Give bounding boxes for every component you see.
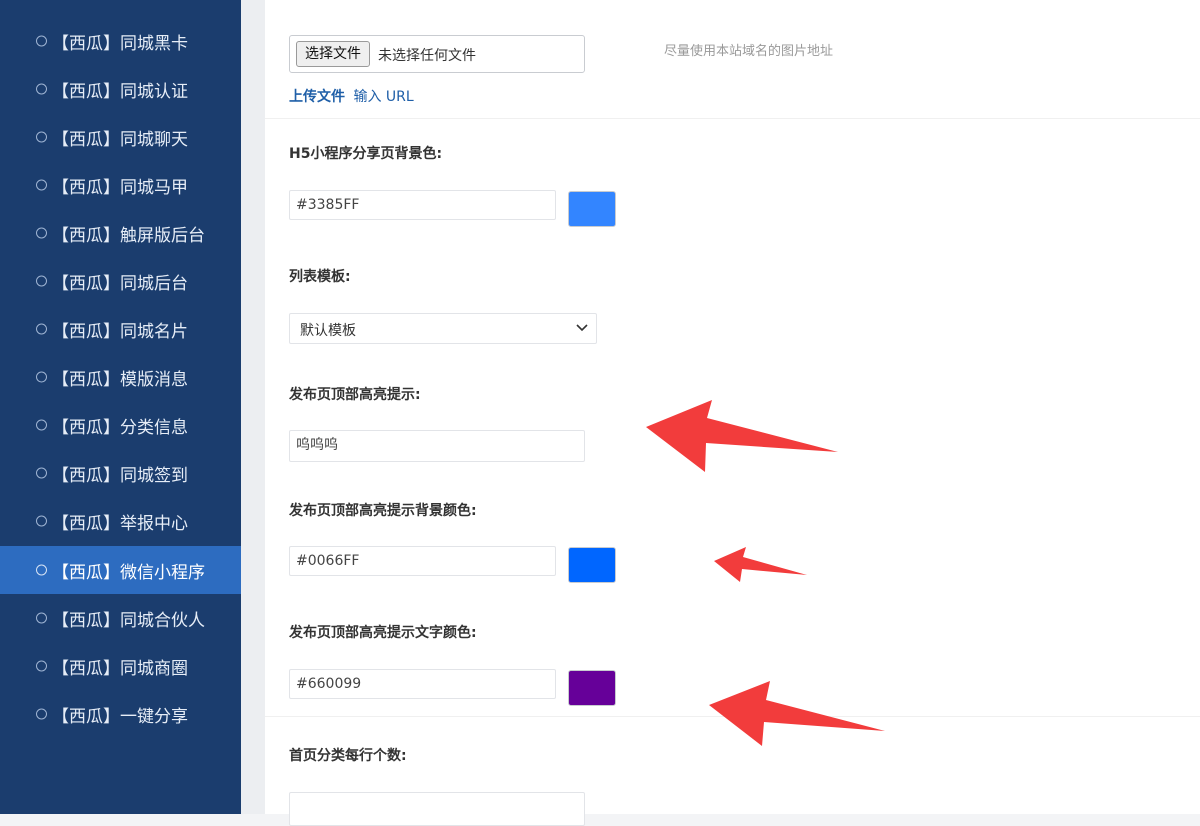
sidebar-item-jubao[interactable]: 【西瓜】举报中心 (0, 497, 241, 545)
sidebar-item-label: 【西瓜】一键分享 (52, 706, 188, 727)
sidebar-item-label: 【西瓜】举报中心 (52, 513, 188, 534)
circle-bullet-icon (36, 467, 47, 479)
sidebar-item-label: 【西瓜】微信小程序 (52, 562, 205, 583)
list-template-selected: 默认模板 (300, 323, 356, 339)
sidebar-item-liaotian[interactable]: 【西瓜】同城聊天 (0, 113, 241, 161)
divider (265, 716, 1200, 717)
share-bg-color-input[interactable]: #3385FF (289, 190, 556, 220)
highlight-text-color-input[interactable]: #660099 (289, 669, 556, 699)
sidebar-item-label: 【西瓜】分类信息 (52, 417, 188, 438)
sidebar-item-label: 【西瓜】模版消息 (52, 369, 188, 390)
circle-bullet-icon (36, 708, 47, 720)
sidebar-item-hehuoren[interactable]: 【西瓜】同城合伙人 (0, 594, 241, 642)
sidebar-item-label: 【西瓜】同城马甲 (52, 177, 188, 198)
share-bg-color-label: H5小程序分享页背景色: (289, 146, 443, 162)
sidebar-item-share[interactable]: 【西瓜】一键分享 (0, 690, 241, 738)
highlight-tip-input[interactable]: 呜呜呜 (289, 430, 585, 462)
sidebar-item-label: 【西瓜】同城签到 (52, 465, 188, 486)
choose-file-button[interactable]: 选择文件 (296, 41, 370, 67)
highlight-bg-color-input[interactable]: #0066FF (289, 546, 556, 576)
circle-bullet-icon (36, 35, 47, 47)
sidebar-item-heika[interactable]: 【西瓜】同城黑卡 (0, 17, 241, 65)
sidebar-item-label: 【西瓜】同城合伙人 (52, 610, 205, 631)
sidebar-item-touch-admin[interactable]: 【西瓜】触屏版后台 (0, 209, 241, 257)
input-url-link[interactable]: 输入 URL (353, 89, 413, 105)
per-row-label: 首页分类每行个数: (289, 748, 407, 764)
divider (265, 118, 1200, 119)
sidebar-item-admin[interactable]: 【西瓜】同城后台 (0, 257, 241, 305)
sidebar-item-majia[interactable]: 【西瓜】同城马甲 (0, 161, 241, 209)
circle-bullet-icon (36, 515, 47, 527)
sidebar-item-label: 【西瓜】同城认证 (52, 81, 188, 102)
per-row-input[interactable] (289, 792, 585, 826)
sidebar-item-label: 【西瓜】同城商圈 (52, 658, 188, 679)
circle-bullet-icon (36, 179, 47, 191)
highlight-tip-label: 发布页顶部高亮提示: (289, 387, 421, 403)
highlight-bg-color-label: 发布页顶部高亮提示背景颜色: (289, 503, 477, 519)
circle-bullet-icon (36, 660, 47, 672)
sidebar-item-mingpian[interactable]: 【西瓜】同城名片 (0, 305, 241, 353)
circle-bullet-icon (36, 371, 47, 383)
sidebar-item-qiandao[interactable]: 【西瓜】同城签到 (0, 449, 241, 497)
circle-bullet-icon (36, 83, 47, 95)
sidebar-item-label: 【西瓜】同城聊天 (52, 129, 188, 150)
content-gutter (241, 0, 265, 814)
circle-bullet-icon (36, 227, 47, 239)
highlight-bg-color-swatch[interactable] (568, 547, 616, 583)
upload-links: 上传文件 输入 URL (289, 86, 414, 106)
sidebar-item-label: 【西瓜】同城名片 (52, 321, 188, 342)
sidebar-item-fenlei[interactable]: 【西瓜】分类信息 (0, 401, 241, 449)
circle-bullet-icon (36, 564, 47, 576)
sidebar-item-wechat-miniprogram[interactable]: 【西瓜】微信小程序 (0, 546, 241, 594)
share-bg-color-swatch[interactable] (568, 191, 616, 227)
highlight-text-color-label: 发布页顶部高亮提示文字颜色: (289, 625, 477, 641)
file-status: 未选择任何文件 (378, 48, 476, 64)
list-template-label: 列表模板: (289, 269, 351, 285)
circle-bullet-icon (36, 612, 47, 624)
sidebar-item-label: 【西瓜】同城后台 (52, 273, 188, 294)
sidebar-item-label: 【西瓜】触屏版后台 (52, 225, 205, 246)
sidebar-item-template-msg[interactable]: 【西瓜】模版消息 (0, 353, 241, 401)
image-url-hint: 尽量使用本站域名的图片地址 (664, 44, 834, 59)
upload-file-link[interactable]: 上传文件 (289, 89, 345, 105)
list-template-select[interactable]: 默认模板 (289, 313, 597, 344)
sidebar-item-renzheng[interactable]: 【西瓜】同城认证 (0, 65, 241, 113)
chevron-down-icon (576, 324, 588, 332)
highlight-text-color-swatch[interactable] (568, 670, 616, 706)
circle-bullet-icon (36, 323, 47, 335)
sidebar-item-label: 【西瓜】同城黑卡 (52, 33, 188, 54)
circle-bullet-icon (36, 131, 47, 143)
sidebar-item-shangquan[interactable]: 【西瓜】同城商圈 (0, 642, 241, 690)
sidebar: 【西瓜】同城黑卡 【西瓜】同城认证 【西瓜】同城聊天 【西瓜】同城马甲 【西瓜】… (0, 0, 241, 814)
circle-bullet-icon (36, 419, 47, 431)
circle-bullet-icon (36, 275, 47, 287)
file-picker[interactable]: 选择文件 未选择任何文件 (289, 35, 585, 73)
